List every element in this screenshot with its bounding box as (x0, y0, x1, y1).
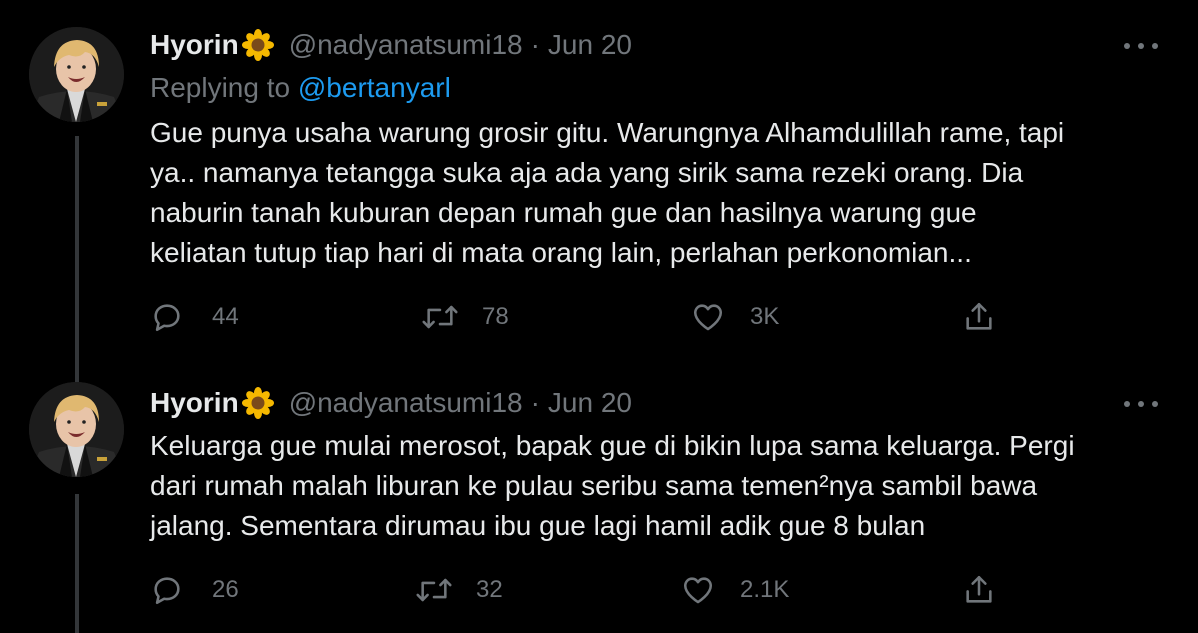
replying-to-label: Replying to (150, 72, 291, 103)
retweet-button[interactable]: 78 (420, 297, 509, 337)
more-options-icon[interactable] (1124, 36, 1158, 56)
tweet-text-line: Gue punya usaha warung grosir gitu. Waru… (150, 117, 1065, 148)
reply-count: 44 (212, 303, 239, 330)
tweet-text-line: keliatan tutup tiap hari di mata orang l… (150, 237, 972, 268)
separator-dot: · (530, 29, 540, 60)
heart-icon (690, 300, 726, 334)
user-handle[interactable]: @nadyanatsumi18 (289, 29, 523, 61)
tweet-text: Gue punya usaha warung grosir gitu. Waru… (150, 113, 1170, 273)
replying-to: Replying to @bertanyarl (150, 72, 451, 104)
tweet-text-line: ya.. namanya tetangga suka aja ada yang … (150, 157, 1024, 188)
separator-dot: · (530, 387, 540, 418)
reply-button[interactable]: 44 (150, 297, 239, 337)
heart-icon (680, 573, 716, 607)
display-name[interactable]: Hyorin (150, 387, 239, 419)
tweet-header: Hyorin @nadyanatsumi18 · Jun 20 (150, 27, 632, 63)
like-button[interactable]: 2.1K (680, 570, 789, 610)
reply-button[interactable]: 26 (150, 570, 239, 610)
sunflower-icon (241, 28, 275, 62)
tweet-actions: 44 78 3K (150, 297, 1010, 337)
replying-to-handle[interactable]: @bertanyarl (298, 72, 451, 103)
more-options-icon[interactable] (1124, 394, 1158, 414)
retweet-icon (420, 300, 460, 334)
retweet-count: 32 (476, 576, 503, 603)
retweet-count: 78 (482, 303, 509, 330)
tweet-date[interactable]: Jun 20 (548, 387, 632, 419)
tweet-text-line: jalang. Sementara dirumau ibu gue lagi h… (150, 510, 926, 541)
avatar[interactable] (29, 27, 124, 122)
like-count: 2.1K (740, 576, 790, 603)
tweet-date[interactable]: Jun 20 (548, 29, 632, 61)
avatar[interactable] (29, 382, 124, 477)
tweet-text-line: Keluarga gue mulai merosot, bapak gue di… (150, 430, 1075, 461)
like-button[interactable]: 3K (690, 297, 779, 337)
tweet-text-line: dari rumah malah liburan ke pulau seribu… (150, 470, 1038, 501)
tweet[interactable]: Hyorin @nadyanatsumi18 · Jun 20 (0, 372, 1198, 633)
reply-icon (150, 573, 184, 607)
retweet-button[interactable]: 32 (414, 570, 503, 610)
sunflower-icon (241, 386, 275, 420)
reply-count: 26 (212, 576, 239, 603)
share-button[interactable] (962, 297, 996, 337)
display-name[interactable]: Hyorin (150, 29, 239, 61)
reply-icon (150, 300, 184, 334)
share-button[interactable] (962, 570, 996, 610)
like-count: 3K (750, 303, 780, 330)
tweet-header: Hyorin @nadyanatsumi18 · Jun 20 (150, 385, 632, 421)
tweet-actions: 26 32 2.1K (150, 570, 1010, 610)
share-icon (962, 573, 996, 607)
share-icon (962, 300, 996, 334)
tweet-text-line: naburin tanah kuburan depan rumah gue da… (150, 197, 977, 228)
tweet-text: Keluarga gue mulai merosot, bapak gue di… (150, 426, 1170, 546)
tweet[interactable]: Hyorin @nadyanatsumi18 · Jun 20 (0, 0, 1198, 372)
retweet-icon (414, 573, 454, 607)
user-handle[interactable]: @nadyanatsumi18 (289, 387, 523, 419)
